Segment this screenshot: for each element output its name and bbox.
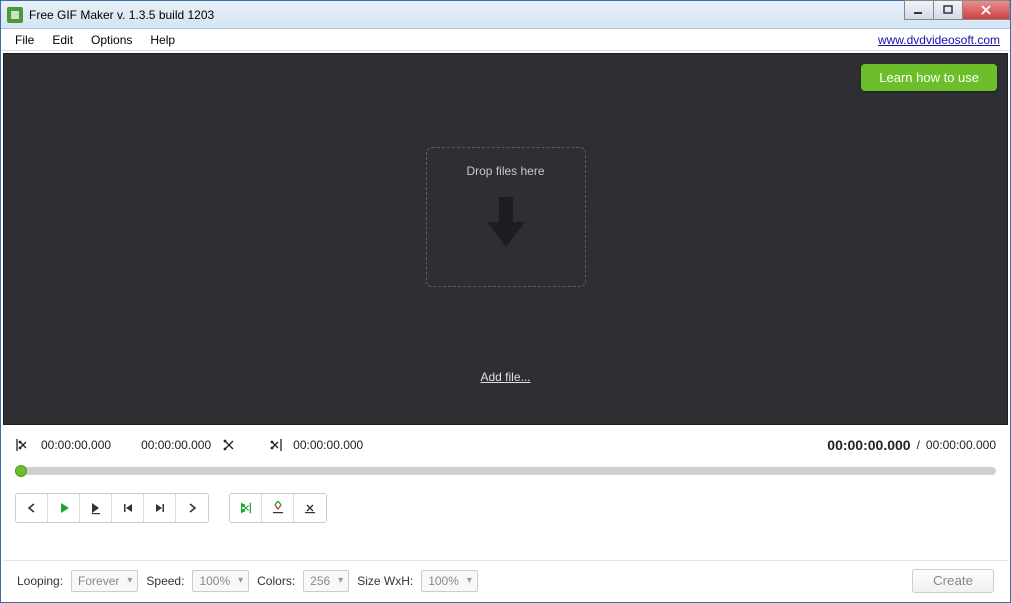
looping-select[interactable]: Forever: [71, 570, 138, 592]
speed-label: Speed:: [146, 574, 184, 588]
play-icon: [57, 501, 71, 515]
cut-selection-button[interactable]: [230, 494, 262, 522]
current-time: 00:00:00.000: [827, 437, 910, 453]
drop-zone[interactable]: Drop files here: [426, 147, 586, 287]
add-file-link[interactable]: Add file...: [480, 370, 530, 384]
mark-in-time: 00:00:00.000: [41, 438, 111, 452]
menu-help[interactable]: Help: [142, 31, 183, 49]
mark-mid-time: 00:00:00.000: [141, 438, 211, 452]
skip-forward-icon: [153, 501, 167, 515]
app-icon: [7, 7, 23, 23]
playback-controls: [1, 483, 1010, 533]
app-window: Free GIF Maker v. 1.3.5 build 1203 File …: [0, 0, 1011, 603]
arrow-down-icon: [481, 192, 531, 252]
speed-select[interactable]: 100%: [192, 570, 249, 592]
preview-stage: Learn how to use Drop files here Add fil…: [3, 53, 1008, 425]
window-controls: [905, 0, 1010, 20]
mark-out-time: 00:00:00.000: [293, 438, 363, 452]
minimize-button[interactable]: [904, 0, 934, 20]
arrow-left-icon: [25, 501, 39, 515]
titlebar[interactable]: Free GIF Maker v. 1.3.5 build 1203: [1, 1, 1010, 29]
colors-label: Colors:: [257, 574, 295, 588]
clear-marker-button[interactable]: [294, 494, 326, 522]
looping-label: Looping:: [17, 574, 63, 588]
drop-text: Drop files here: [466, 164, 544, 178]
slider-track: [15, 467, 996, 475]
step-back-button[interactable]: [16, 494, 48, 522]
marker-icon: [271, 501, 285, 515]
window-title: Free GIF Maker v. 1.3.5 build 1203: [29, 8, 214, 22]
play-button[interactable]: [48, 494, 80, 522]
prev-frame-button[interactable]: [112, 494, 144, 522]
set-marker-button[interactable]: [262, 494, 294, 522]
time-slash: /: [917, 438, 920, 452]
create-button[interactable]: Create: [912, 569, 994, 593]
maximize-button[interactable]: [933, 0, 963, 20]
close-icon: [980, 5, 992, 15]
close-button[interactable]: [962, 0, 1010, 20]
size-select[interactable]: 100%: [421, 570, 478, 592]
scissors-mid-icon: [221, 437, 237, 453]
total-time: 00:00:00.000: [926, 438, 996, 452]
menu-file[interactable]: File: [7, 31, 42, 49]
size-label: Size WxH:: [357, 574, 413, 588]
timeline-slider[interactable]: [15, 463, 996, 479]
menu-options[interactable]: Options: [83, 31, 140, 49]
slider-thumb[interactable]: [15, 465, 27, 477]
edit-group: [229, 493, 327, 523]
menubar: File Edit Options Help www.dvdvideosoft.…: [1, 29, 1010, 51]
skip-back-icon: [121, 501, 135, 515]
minimize-icon: [914, 5, 924, 15]
menu-edit[interactable]: Edit: [44, 31, 81, 49]
timecode-row: 00:00:00.000 00:00:00.000 00:00:00.000 0…: [1, 427, 1010, 459]
play-to-end-button[interactable]: [80, 494, 112, 522]
mark-out-icon: [267, 437, 283, 453]
step-forward-button[interactable]: [176, 494, 208, 522]
clear-icon: [303, 501, 317, 515]
play-end-icon: [89, 501, 103, 515]
arrow-right-icon: [185, 501, 199, 515]
colors-select[interactable]: 256: [303, 570, 349, 592]
playback-group: [15, 493, 209, 523]
output-options-bar: Looping: Forever Speed: 100% Colors: 256…: [3, 560, 1008, 600]
scissors-icon: [239, 501, 253, 515]
next-frame-button[interactable]: [144, 494, 176, 522]
website-link[interactable]: www.dvdvideosoft.com: [878, 33, 1004, 47]
maximize-icon: [943, 5, 953, 15]
mark-in-icon: [15, 437, 31, 453]
learn-how-button[interactable]: Learn how to use: [861, 64, 997, 91]
